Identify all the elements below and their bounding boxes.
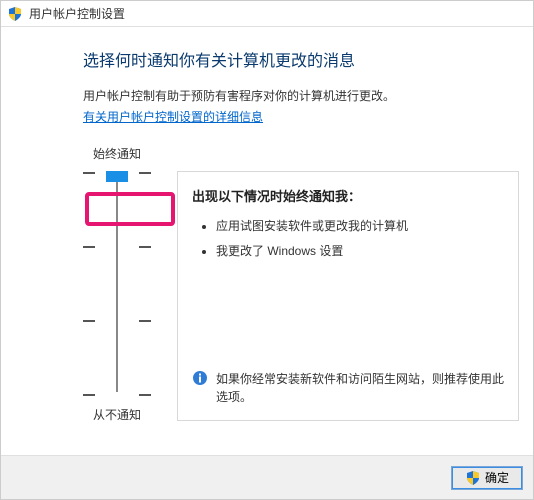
ok-button-label: 确定 bbox=[485, 469, 509, 486]
slider-tick bbox=[83, 246, 151, 248]
window-title: 用户帐户控制设置 bbox=[29, 5, 125, 22]
help-link[interactable]: 有关用户帐户控制设置的详细信息 bbox=[83, 108, 263, 125]
shield-icon bbox=[465, 470, 481, 486]
panel-title: 出现以下情况时始终通知我： bbox=[192, 186, 504, 205]
slider-thumb[interactable] bbox=[106, 171, 128, 182]
detail-panel: 出现以下情况时始终通知我： 应用试图安装软件或更改我的计算机 我更改了 Wind… bbox=[177, 171, 519, 421]
slider-label-never: 从不通知 bbox=[93, 406, 141, 423]
slider-track bbox=[116, 176, 118, 392]
slider-column: 始终通知 从不通知 bbox=[83, 145, 151, 423]
panel-bullet-list: 应用试图安装软件或更改我的计算机 我更改了 Windows 设置 bbox=[192, 217, 504, 267]
content-area: 选择何时通知你有关计算机更改的消息 用户帐户控制有助于预防有害程序对你的计算机进… bbox=[1, 27, 533, 455]
list-item: 应用试图安装软件或更改我的计算机 bbox=[216, 217, 504, 234]
slider-area: 始终通知 从不通知 出现以下情况时始终通知我： 应用试图安装软件或更改我的计算机… bbox=[83, 145, 519, 423]
info-row: 如果你经常安装新软件和访问陌生网站，则推荐使用此选项。 bbox=[192, 364, 504, 410]
titlebar: 用户帐户控制设置 bbox=[1, 1, 533, 27]
shield-icon bbox=[7, 6, 23, 22]
slider-tick bbox=[83, 394, 151, 396]
slider-tick bbox=[83, 320, 151, 322]
footer: 确定 bbox=[1, 455, 533, 499]
notification-slider[interactable] bbox=[83, 172, 151, 396]
description-text: 用户帐户控制有助于预防有害程序对你的计算机进行更改。 bbox=[83, 87, 519, 104]
info-text: 如果你经常安装新软件和访问陌生网站，则推荐使用此选项。 bbox=[216, 370, 504, 406]
info-icon bbox=[192, 370, 208, 386]
list-item: 我更改了 Windows 设置 bbox=[216, 242, 504, 259]
ok-button[interactable]: 确定 bbox=[451, 466, 523, 490]
page-title: 选择何时通知你有关计算机更改的消息 bbox=[83, 47, 519, 71]
slider-label-always: 始终通知 bbox=[93, 145, 141, 162]
uac-settings-window: 用户帐户控制设置 选择何时通知你有关计算机更改的消息 用户帐户控制有助于预防有害… bbox=[0, 0, 534, 500]
